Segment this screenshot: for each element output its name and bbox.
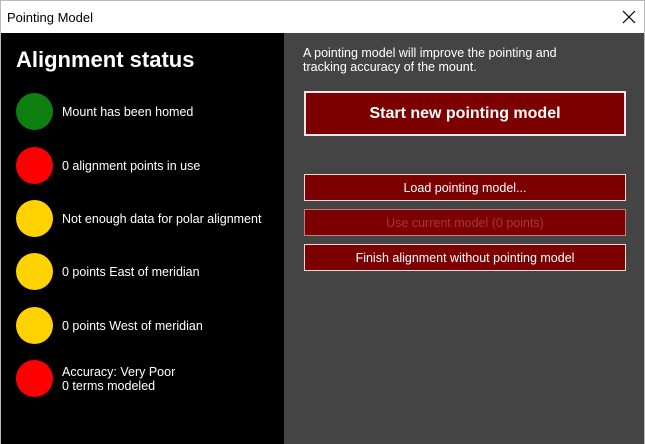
start-new-pointing-model-button[interactable]: Start new pointing model xyxy=(304,91,626,136)
finish-alignment-button[interactable]: Finish alignment without pointing model xyxy=(304,244,626,271)
status-row-alignment-points: 0 alignment points in use xyxy=(16,147,200,184)
status-indicator-icon xyxy=(16,147,53,184)
status-indicator-icon xyxy=(16,93,53,130)
pointing-model-panel: A pointing model will improve the pointi… xyxy=(284,33,644,444)
status-indicator-icon xyxy=(16,253,53,290)
status-row-accuracy: Accuracy: Very Poor 0 terms modeled xyxy=(16,360,175,397)
window-title: Pointing Model xyxy=(7,9,93,25)
status-row-west-points: 0 points West of meridian xyxy=(16,307,203,344)
status-indicator-icon xyxy=(16,360,53,397)
status-label: Accuracy: Very Poor 0 terms modeled xyxy=(62,364,176,393)
status-row-polar-alignment: Not enough data for polar alignment xyxy=(16,200,261,237)
status-label: Not enough data for polar alignment xyxy=(62,211,262,226)
alignment-status-panel: Alignment status Mount has been homed 0 … xyxy=(1,33,284,444)
close-button[interactable] xyxy=(614,1,644,33)
alignment-status-heading: Alignment status xyxy=(16,47,195,72)
close-icon xyxy=(622,10,636,24)
status-row-east-points: 0 points East of meridian xyxy=(16,253,200,290)
use-current-model-button: Use current model (0 points) xyxy=(304,209,626,236)
load-pointing-model-button[interactable]: Load pointing model... xyxy=(304,174,626,201)
status-label: Mount has been homed xyxy=(62,104,194,119)
status-label: 0 points West of meridian xyxy=(62,318,203,333)
intro-text: A pointing model will improve the pointi… xyxy=(303,46,557,74)
status-row-homed: Mount has been homed xyxy=(16,93,193,130)
pointing-model-window: Pointing Model Alignment status Mount ha… xyxy=(0,0,645,444)
title-bar: Pointing Model xyxy=(1,1,644,33)
status-indicator-icon xyxy=(16,200,53,237)
status-label: 0 points East of meridian xyxy=(62,264,200,279)
status-label: 0 alignment points in use xyxy=(62,158,201,173)
status-indicator-icon xyxy=(16,307,53,344)
